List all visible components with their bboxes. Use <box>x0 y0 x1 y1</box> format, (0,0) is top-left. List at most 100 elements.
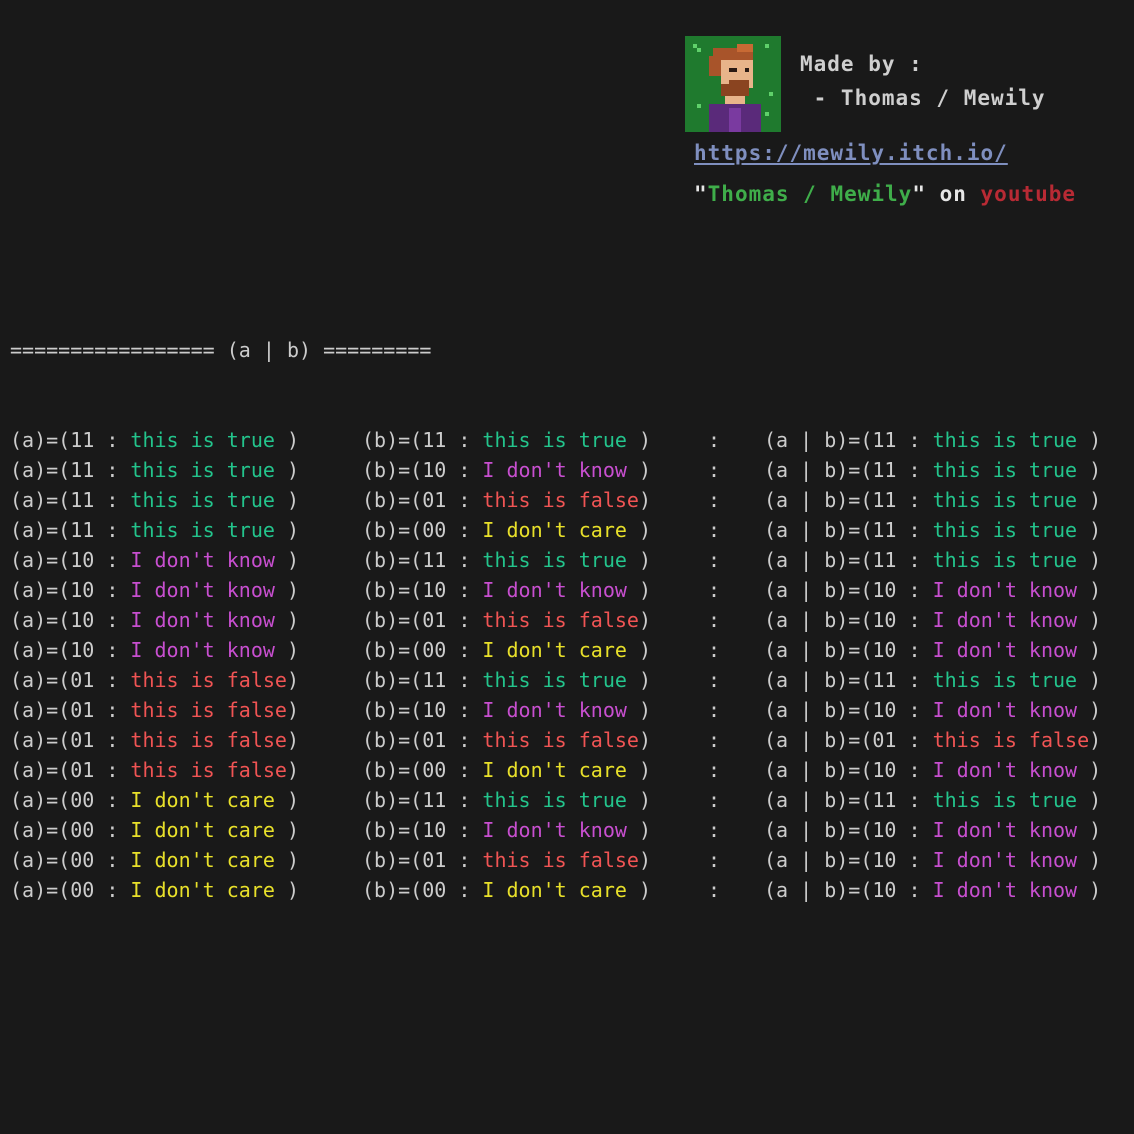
operand-b-cell: (b)=(10 : I don't know ) <box>362 815 651 845</box>
operand-b-code: (b)=(10 : <box>362 818 483 842</box>
operand-b-code: (b)=(11 : <box>362 788 483 812</box>
table-row: (a)=(00 : I don't care ) (b)=(10 : I don'… <box>10 815 1101 845</box>
operand-b-cell: (b)=(00 : I don't care ) <box>362 875 651 905</box>
truth-table: ================= (a | b) ========= (a)=… <box>10 275 1101 935</box>
result-meaning: I don't know <box>932 578 1078 602</box>
operand-b-code: (b)=(10 : <box>362 698 483 722</box>
operand-a-close: ) <box>274 458 300 482</box>
operand-b-close: ) <box>626 578 652 602</box>
result-meaning: I don't know <box>932 878 1078 902</box>
result-cell: (a | b)=(11 : this is true ) <box>764 785 1101 815</box>
result-close: ) <box>1077 698 1102 722</box>
result-close: ) <box>1077 578 1102 602</box>
operand-b-code: (b)=(10 : <box>362 458 483 482</box>
operand-a-meaning: this is false <box>130 728 287 752</box>
table-row: (a)=(01 : this is false) (b)=(10 : I don'… <box>10 695 1101 725</box>
result-cell: (a | b)=(10 : I don't know ) <box>764 695 1101 725</box>
operand-b-code: (b)=(00 : <box>362 878 483 902</box>
result-meaning: this is true <box>932 668 1078 692</box>
operand-a-cell: (a)=(10 : I don't know ) <box>10 635 299 665</box>
operand-b-close: ) <box>638 488 652 512</box>
table-row: (a)=(00 : I don't care ) (b)=(11 : this i… <box>10 785 1101 815</box>
operand-a-meaning: this is true <box>130 458 275 482</box>
operand-b-code: (b)=(10 : <box>362 578 483 602</box>
avatar-portrait-icon <box>685 36 781 132</box>
operand-b-code: (b)=(01 : <box>362 728 483 752</box>
operand-b-meaning: this is true <box>482 668 627 692</box>
result-code: (a | b)=(11 : <box>764 668 933 692</box>
result-code: (a | b)=(10 : <box>764 848 933 872</box>
operand-a-close: ) <box>274 428 300 452</box>
operand-b-cell: (b)=(11 : this is true ) <box>362 665 651 695</box>
operand-b-close: ) <box>626 518 652 542</box>
operand-a-code: (a)=(01 : <box>10 668 131 692</box>
row-separator: : <box>708 548 721 572</box>
result-cell: (a | b)=(10 : I don't know ) <box>764 635 1101 665</box>
result-meaning: this is true <box>932 458 1078 482</box>
result-cell: (a | b)=(10 : I don't know ) <box>764 605 1101 635</box>
operand-a-close: ) <box>274 818 300 842</box>
row-separator: : <box>708 458 721 482</box>
row-separator: : <box>708 728 721 752</box>
row-separator: : <box>708 758 721 782</box>
operand-a-meaning: I don't care <box>130 788 275 812</box>
operand-a-meaning: I don't know <box>130 638 275 662</box>
operand-b-close: ) <box>638 848 652 872</box>
result-code: (a | b)=(10 : <box>764 698 933 722</box>
row-separator: : <box>708 428 721 452</box>
result-close: ) <box>1077 638 1102 662</box>
operand-a-close: ) <box>274 548 300 572</box>
result-close: ) <box>1077 488 1102 512</box>
operand-b-close: ) <box>626 758 652 782</box>
result-close: ) <box>1077 848 1102 872</box>
operand-a-close: ) <box>274 488 300 512</box>
table-row: (a)=(01 : this is false) (b)=(11 : this i… <box>10 665 1101 695</box>
table-row: (a)=(10 : I don't know ) (b)=(01 : this i… <box>10 605 1101 635</box>
result-cell: (a | b)=(10 : I don't know ) <box>764 815 1101 845</box>
result-cell: (a | b)=(01 : this is false) <box>764 725 1101 755</box>
operand-b-meaning: this is true <box>482 548 627 572</box>
channel-on-text: " on <box>912 182 981 206</box>
result-code: (a | b)=(10 : <box>764 608 933 632</box>
operand-a-code: (a)=(11 : <box>10 428 131 452</box>
row-separator: : <box>708 698 721 722</box>
itch-link[interactable]: https://mewily.itch.io/ <box>694 143 1008 164</box>
table-header: ================= (a | b) ========= <box>10 338 432 362</box>
operand-b-code: (b)=(11 : <box>362 668 483 692</box>
result-close: ) <box>1077 818 1102 842</box>
operand-a-cell: (a)=(11 : this is true ) <box>10 515 299 545</box>
operand-b-meaning: I don't know <box>482 818 627 842</box>
operand-b-cell: (b)=(01 : this is false) <box>362 605 651 635</box>
channel-name: Thomas / Mewily <box>707 182 913 206</box>
operand-b-meaning: I don't care <box>482 878 627 902</box>
operand-b-meaning: I don't know <box>482 458 627 482</box>
result-cell: (a | b)=(10 : I don't know ) <box>764 755 1101 785</box>
operand-a-code: (a)=(10 : <box>10 608 131 632</box>
youtube-link[interactable]: youtube <box>981 182 1077 206</box>
operand-a-meaning: I don't care <box>130 848 275 872</box>
result-code: (a | b)=(10 : <box>764 878 933 902</box>
operand-a-meaning: this is false <box>130 668 287 692</box>
operand-a-close: ) <box>274 608 300 632</box>
operand-a-code: (a)=(00 : <box>10 848 131 872</box>
operand-a-cell: (a)=(01 : this is false) <box>10 725 299 755</box>
quote-open: " <box>694 182 708 206</box>
operand-b-code: (b)=(01 : <box>362 848 483 872</box>
operand-b-cell: (b)=(00 : I don't care ) <box>362 515 651 545</box>
operand-a-cell: (a)=(00 : I don't care ) <box>10 785 299 815</box>
operand-b-cell: (b)=(10 : I don't know ) <box>362 575 651 605</box>
result-meaning: this is true <box>932 788 1078 812</box>
operand-a-cell: (a)=(01 : this is false) <box>10 695 299 725</box>
operand-b-code: (b)=(01 : <box>362 608 483 632</box>
author-name: - Thomas / Mewily <box>800 86 1046 110</box>
result-meaning: I don't know <box>932 818 1078 842</box>
operand-a-code: (a)=(10 : <box>10 578 131 602</box>
result-cell: (a | b)=(11 : this is true ) <box>764 665 1101 695</box>
result-close: ) <box>1089 728 1102 752</box>
result-code: (a | b)=(10 : <box>764 578 933 602</box>
operand-b-meaning: this is false <box>482 608 639 632</box>
result-cell: (a | b)=(10 : I don't know ) <box>764 875 1101 905</box>
operand-a-close: ) <box>274 578 300 602</box>
result-code: (a | b)=(11 : <box>764 518 933 542</box>
result-cell: (a | b)=(11 : this is true ) <box>764 515 1101 545</box>
